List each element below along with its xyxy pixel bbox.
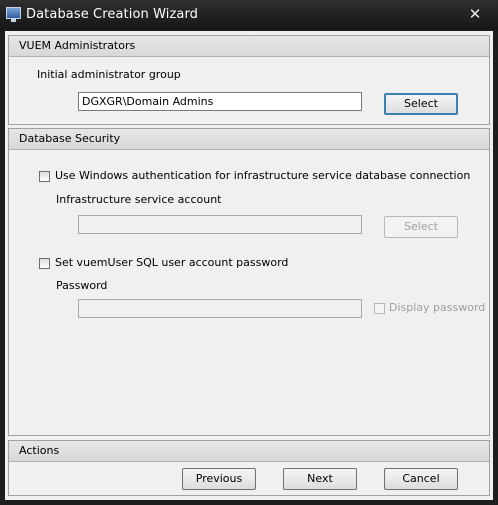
service-account-field[interactable] — [78, 215, 362, 234]
initial-admin-group-label: Initial administrator group — [37, 68, 181, 81]
previous-button[interactable]: Previous — [182, 468, 256, 490]
close-icon[interactable]: ✕ — [460, 4, 490, 24]
service-account-select-button[interactable]: Select — [384, 216, 458, 238]
actions-section: Actions Previous Next Cancel — [8, 440, 490, 496]
database-security-header: Database Security — [9, 129, 489, 150]
sql-password-label: Set vuemUser SQL user account password — [55, 256, 289, 269]
actions-header: Actions — [9, 441, 489, 462]
actions-title: Actions — [19, 444, 60, 457]
cancel-button[interactable]: Cancel — [384, 468, 458, 490]
next-button[interactable]: Next — [283, 468, 357, 490]
vuem-administrators-title: VUEM Administrators — [19, 39, 136, 52]
sql-password-checkbox[interactable] — [39, 258, 50, 269]
password-field[interactable] — [78, 299, 362, 318]
wizard-window: Database Creation Wizard ✕ VUEM Administ… — [0, 0, 498, 505]
initial-admin-group-field[interactable] — [78, 92, 362, 111]
display-password-checkbox[interactable] — [374, 303, 385, 314]
window-title: Database Creation Wizard — [26, 7, 199, 22]
password-label: Password — [56, 279, 108, 292]
display-password-label: Display password — [389, 301, 486, 314]
vuem-administrators-header: VUEM Administrators — [9, 36, 489, 57]
database-security-title: Database Security — [19, 132, 121, 145]
vuem-administrators-section: VUEM Administrators Initial administrato… — [8, 35, 490, 125]
title-bar[interactable]: Database Creation Wizard ✕ — [0, 0, 498, 30]
admin-group-select-button[interactable]: Select — [384, 93, 458, 115]
windows-auth-checkbox[interactable] — [39, 171, 50, 182]
monitor-icon — [6, 7, 21, 22]
wizard-client-area: VUEM Administrators Initial administrato… — [5, 31, 493, 500]
database-security-section: Database Security Use Windows authentica… — [8, 128, 490, 436]
windows-auth-label: Use Windows authentication for infrastru… — [55, 169, 471, 182]
service-account-label: Infrastructure service account — [56, 193, 222, 206]
